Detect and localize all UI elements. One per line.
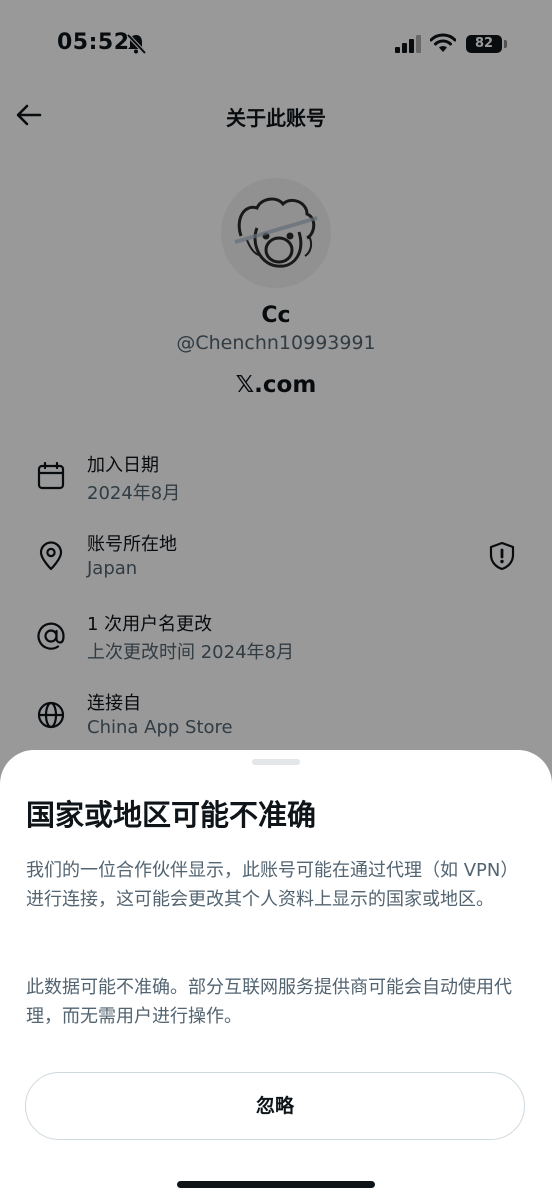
sheet-paragraph-proxy: 我们的一位合作伙伴显示，此账号可能在通过代理（如 VPN）进行连接，这可能会更改… (26, 860, 519, 910)
home-indicator[interactable] (177, 1181, 375, 1188)
ignore-button[interactable]: 忽略 (25, 1072, 525, 1140)
sheet-grabber[interactable] (252, 759, 300, 765)
sheet-title: 国家或地区可能不准确 (26, 798, 317, 832)
sheet-paragraph-accuracy: 此数据可能不准确。部分互联网服务提供商可能会自动使用代理，而无需用户进行操作。 (26, 977, 512, 1027)
bottom-sheet: 国家或地区可能不准确 我们的一位合作伙伴显示，此账号可能在通过代理（如 VPN）… (0, 750, 552, 1200)
